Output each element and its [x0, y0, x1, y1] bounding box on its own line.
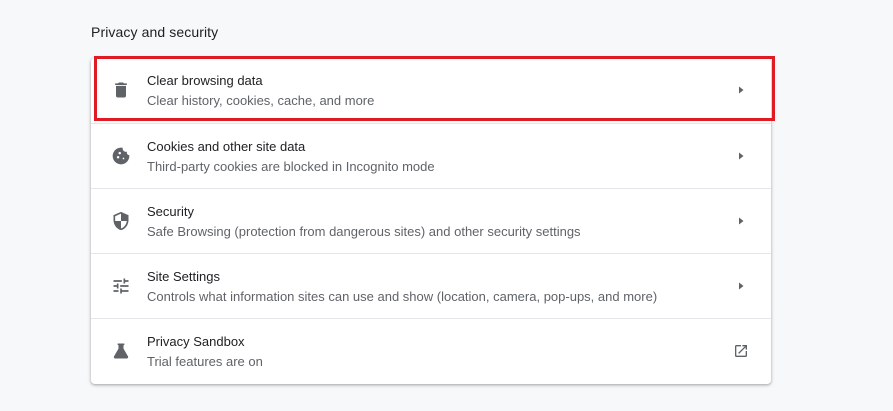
shield-icon — [111, 211, 131, 231]
flask-icon — [111, 341, 131, 361]
row-label: Site Settings — [147, 269, 220, 284]
tune-sliders-icon — [111, 276, 131, 296]
row-sublabel: Safe Browsing (protection from dangerous… — [147, 224, 581, 239]
cookies-and-site-data-row[interactable]: Cookies and other site data Third-party … — [91, 123, 771, 188]
clear-browsing-data-row[interactable]: Clear browsing data Clear history, cooki… — [91, 58, 771, 123]
cookie-icon — [111, 146, 131, 166]
trash-icon — [111, 80, 131, 100]
security-row[interactable]: Security Safe Browsing (protection from … — [91, 188, 771, 253]
chevron-right-icon[interactable] — [733, 82, 749, 98]
privacy-sandbox-row[interactable]: Privacy Sandbox Trial features are on — [91, 318, 771, 383]
row-label: Security — [147, 204, 194, 219]
row-sublabel: Controls what information sites can use … — [147, 289, 658, 304]
row-label: Clear browsing data — [147, 73, 263, 88]
chevron-right-icon[interactable] — [733, 213, 749, 229]
chevron-right-icon[interactable] — [733, 278, 749, 294]
open-in-new-icon[interactable] — [733, 343, 749, 359]
row-sublabel: Third-party cookies are blocked in Incog… — [147, 159, 435, 174]
privacy-settings-card: Clear browsing data Clear history, cooki… — [91, 58, 771, 384]
row-sublabel: Clear history, cookies, cache, and more — [147, 93, 375, 108]
row-sublabel: Trial features are on — [147, 354, 263, 369]
chevron-right-icon[interactable] — [733, 148, 749, 164]
section-title: Privacy and security — [91, 24, 219, 40]
site-settings-row[interactable]: Site Settings Controls what information … — [91, 253, 771, 318]
row-label: Privacy Sandbox — [147, 334, 245, 349]
row-label: Cookies and other site data — [147, 139, 306, 154]
